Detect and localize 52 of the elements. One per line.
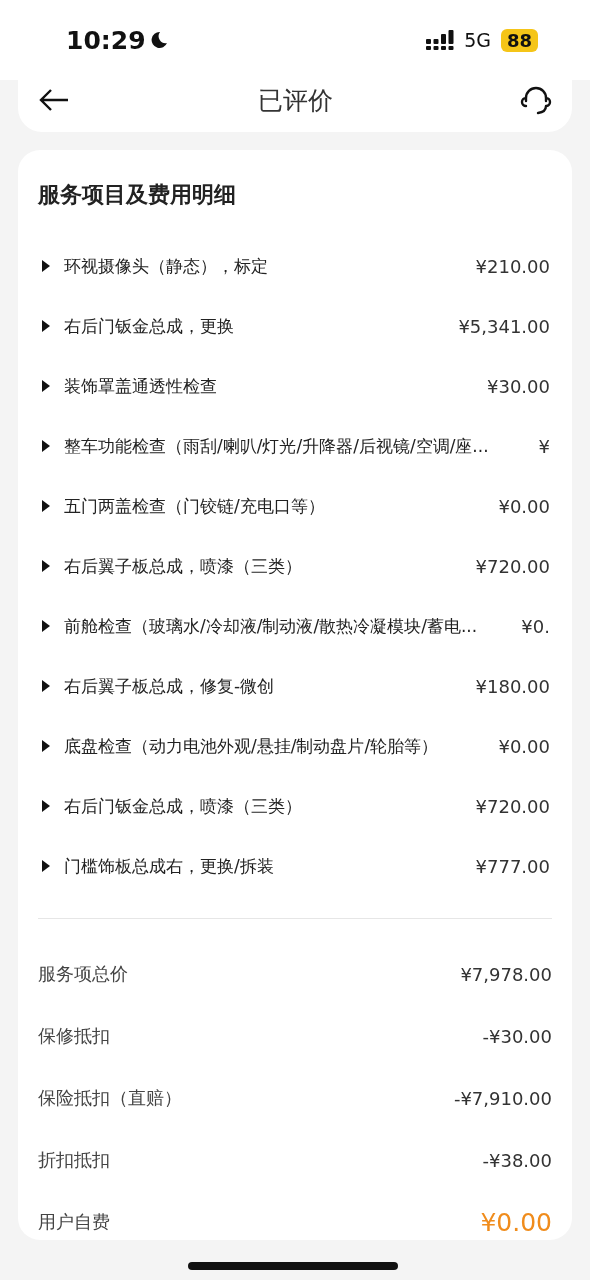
item-name: 整车功能检查（雨刮/喇叭/灯光/升降器/后视镜/空调/座... <box>64 434 489 458</box>
item-name: 右后门钣金总成，喷漆（三类） <box>64 794 302 818</box>
expand-triangle-icon[interactable] <box>42 860 50 872</box>
network-label: 5G <box>464 29 491 51</box>
item-price: ¥0.00 <box>497 735 551 757</box>
item-name: 环视摄像头（静态），标定 <box>64 254 268 278</box>
item-name: 右后翼子板总成，喷漆（三类） <box>64 554 302 578</box>
expand-triangle-icon[interactable] <box>42 560 50 572</box>
item-name: 前舱检查（玻璃水/冷却液/制动液/散热冷凝模块/蓄电... <box>64 614 478 638</box>
summary-amount: -¥38.00 <box>482 1149 552 1171</box>
item-name: 门槛饰板总成右，更换/拆装 <box>64 854 274 878</box>
summary-label: 折扣抵扣 <box>38 1148 110 1172</box>
status-time: 10:29 <box>66 25 146 55</box>
item-price: ¥0. <box>520 615 551 637</box>
expand-triangle-icon[interactable] <box>42 320 50 332</box>
item-name: 装饰罩盖通透性检查 <box>64 374 217 398</box>
item-name: 五门两盖检查（门铰链/充电口等） <box>64 494 325 518</box>
summary-label: 服务项总价 <box>38 962 128 986</box>
item-price: ¥5,341.00 <box>457 315 551 337</box>
summary-amount: ¥7,978.00 <box>460 963 552 985</box>
page-title: 已评价 <box>256 84 334 117</box>
item-price: ¥180.00 <box>474 675 551 697</box>
summary-label: 保修抵扣 <box>38 1024 110 1048</box>
item-price: ¥777.00 <box>474 855 551 877</box>
expand-triangle-icon[interactable] <box>42 680 50 692</box>
battery-level: 88 <box>500 28 538 52</box>
expand-triangle-icon[interactable] <box>42 380 50 392</box>
item-name: 右后门钣金总成，更换 <box>64 314 234 338</box>
moon-icon <box>149 31 168 49</box>
item-name: 右后翼子板总成，修复-微创 <box>64 674 275 698</box>
expand-triangle-icon[interactable] <box>42 620 50 632</box>
section-title: 服务项目及费用明细 <box>38 181 237 209</box>
expand-triangle-icon[interactable] <box>42 740 50 752</box>
item-name: 底盘检查（动力电池外观/悬挂/制动盘片/轮胎等） <box>64 734 439 758</box>
summary-label: 用户自费 <box>38 1210 110 1234</box>
total-amount: ¥0.00 <box>480 1207 552 1237</box>
summary-label: 保险抵扣（直赔） <box>38 1086 182 1110</box>
summary-amount: -¥7,910.00 <box>453 1087 552 1109</box>
item-price: ¥720.00 <box>474 795 551 817</box>
item-price: ¥720.00 <box>474 555 551 577</box>
signal-icon <box>426 30 457 50</box>
item-price: ¥30.00 <box>486 375 551 397</box>
expand-triangle-icon[interactable] <box>42 500 50 512</box>
expand-triangle-icon[interactable] <box>42 800 50 812</box>
item-price: ¥0.00 <box>497 495 551 517</box>
back-arrow-icon[interactable] <box>38 88 70 112</box>
expand-triangle-icon[interactable] <box>42 260 50 272</box>
item-price: ¥ <box>537 435 551 457</box>
item-price: ¥210.00 <box>474 255 551 277</box>
expand-triangle-icon[interactable] <box>42 440 50 452</box>
headset-icon[interactable] <box>520 84 552 116</box>
summary-amount: -¥30.00 <box>482 1025 552 1047</box>
